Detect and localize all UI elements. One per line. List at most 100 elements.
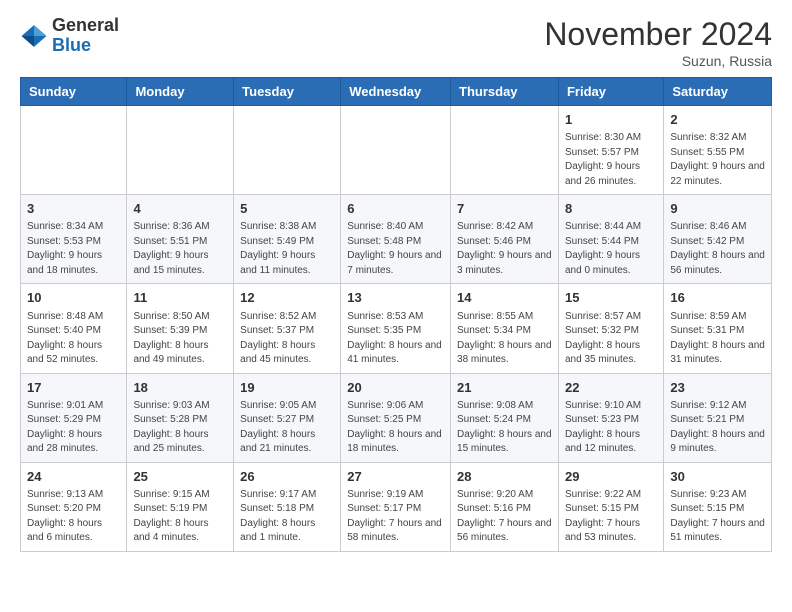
day-number: 29 [565, 468, 657, 486]
day-number: 8 [565, 200, 657, 218]
day-number: 18 [133, 379, 227, 397]
day-number: 9 [670, 200, 765, 218]
day-info: Sunrise: 9:05 AM Sunset: 5:27 PM Dayligh… [240, 399, 334, 457]
header: General Blue November 2024 Suzun, Russia [20, 16, 772, 69]
table-row: 4Sunrise: 8:36 AM Sunset: 5:51 PM Daylig… [127, 195, 234, 284]
day-info: Sunrise: 8:42 AM Sunset: 5:46 PM Dayligh… [457, 220, 552, 278]
table-row: 13 Sunrise: 8:53 AM Sunset: 5:35 PM Dayli… [341, 284, 451, 373]
col-monday: Monday [127, 78, 234, 106]
table-row: 8 Sunrise: 8:44 AM Sunset: 5:44 PM Daylig… [558, 195, 663, 284]
col-tuesday: Tuesday [234, 78, 341, 106]
day-info: Sunrise: 9:08 AM Sunset: 5:24 PM Dayligh… [457, 399, 552, 457]
calendar-week-row: 3 Sunrise: 8:34 AM Sunset: 5:53 PM Daylig… [21, 195, 772, 284]
day-number: 21 [457, 379, 552, 397]
page: General Blue November 2024 Suzun, Russia… [0, 0, 792, 568]
day-info: Sunrise: 8:55 AM Sunset: 5:34 PM Dayligh… [457, 310, 552, 368]
table-row: 27Sunrise: 9:19 AM Sunset: 5:17 PM Dayli… [341, 462, 451, 551]
day-info: Sunrise: 8:52 AM Sunset: 5:37 PM Dayligh… [240, 310, 334, 368]
day-number: 22 [565, 379, 657, 397]
day-info: Sunrise: 9:12 AM Sunset: 5:21 PM Dayligh… [670, 399, 765, 457]
table-row: 18 Sunrise: 9:03 AM Sunset: 5:28 PM Dayli… [127, 373, 234, 462]
table-row: 10 Sunrise: 8:48 AM Sunset: 5:40 PM Dayli… [21, 284, 127, 373]
day-number: 25 [133, 468, 227, 486]
day-info: Sunrise: 9:20 AM Sunset: 5:16 PM Dayligh… [457, 488, 552, 546]
table-row: 28 Sunrise: 9:20 AM Sunset: 5:16 PM Dayli… [451, 462, 559, 551]
day-number: 1 [565, 111, 657, 129]
day-number: 28 [457, 468, 552, 486]
table-row: 11Sunrise: 8:50 AM Sunset: 5:39 PM Dayli… [127, 284, 234, 373]
table-row: 21 Sunrise: 9:08 AM Sunset: 5:24 PM Dayli… [451, 373, 559, 462]
table-row: 16 Sunrise: 8:59 AM Sunset: 5:31 PM Dayli… [664, 284, 772, 373]
day-info: Sunrise: 9:10 AM Sunset: 5:23 PM Dayligh… [565, 399, 657, 457]
table-row [127, 106, 234, 195]
day-number: 26 [240, 468, 334, 486]
col-friday: Friday [558, 78, 663, 106]
day-info: Sunrise: 9:13 AM Sunset: 5:20 PM Dayligh… [27, 488, 120, 546]
day-info: Sunrise: 8:57 AM Sunset: 5:32 PM Dayligh… [565, 310, 657, 368]
day-info: Sunrise: 8:40 AM Sunset: 5:48 PM Dayligh… [347, 220, 444, 278]
day-number: 23 [670, 379, 765, 397]
day-number: 3 [27, 200, 120, 218]
table-row [451, 106, 559, 195]
table-row: 12 Sunrise: 8:52 AM Sunset: 5:37 PM Dayli… [234, 284, 341, 373]
day-info: Sunrise: 9:06 AM Sunset: 5:25 PM Dayligh… [347, 399, 444, 457]
day-info: Sunrise: 8:48 AM Sunset: 5:40 PM Dayligh… [27, 310, 120, 368]
table-row: 23 Sunrise: 9:12 AM Sunset: 5:21 PM Dayli… [664, 373, 772, 462]
col-saturday: Saturday [664, 78, 772, 106]
day-info: Sunrise: 9:03 AM Sunset: 5:28 PM Dayligh… [133, 399, 227, 457]
col-wednesday: Wednesday [341, 78, 451, 106]
logo-blue: Blue [52, 35, 91, 55]
day-number: 10 [27, 289, 120, 307]
day-number: 24 [27, 468, 120, 486]
calendar-week-row: 17Sunrise: 9:01 AM Sunset: 5:29 PM Dayli… [21, 373, 772, 462]
table-row: 20Sunrise: 9:06 AM Sunset: 5:25 PM Dayli… [341, 373, 451, 462]
logo: General Blue [20, 16, 119, 56]
table-row: 14 Sunrise: 8:55 AM Sunset: 5:34 PM Dayli… [451, 284, 559, 373]
day-number: 14 [457, 289, 552, 307]
day-number: 27 [347, 468, 444, 486]
table-row: 22 Sunrise: 9:10 AM Sunset: 5:23 PM Dayli… [558, 373, 663, 462]
day-number: 12 [240, 289, 334, 307]
table-row: 19 Sunrise: 9:05 AM Sunset: 5:27 PM Dayli… [234, 373, 341, 462]
table-row [234, 106, 341, 195]
day-info: Sunrise: 9:17 AM Sunset: 5:18 PM Dayligh… [240, 488, 334, 546]
location-subtitle: Suzun, Russia [544, 53, 772, 69]
day-info: Sunrise: 8:38 AM Sunset: 5:49 PM Dayligh… [240, 220, 334, 278]
day-number: 16 [670, 289, 765, 307]
day-number: 30 [670, 468, 765, 486]
table-row: 3 Sunrise: 8:34 AM Sunset: 5:53 PM Daylig… [21, 195, 127, 284]
day-info: Sunrise: 8:32 AM Sunset: 5:55 PM Dayligh… [670, 131, 765, 189]
table-row [21, 106, 127, 195]
table-row: 24 Sunrise: 9:13 AM Sunset: 5:20 PM Dayli… [21, 462, 127, 551]
logo-text: General Blue [52, 16, 119, 56]
table-row [341, 106, 451, 195]
day-info: Sunrise: 8:44 AM Sunset: 5:44 PM Dayligh… [565, 220, 657, 278]
day-info: Sunrise: 8:59 AM Sunset: 5:31 PM Dayligh… [670, 310, 765, 368]
calendar-week-row: 1 Sunrise: 8:30 AM Sunset: 5:57 PM Daylig… [21, 106, 772, 195]
day-info: Sunrise: 8:53 AM Sunset: 5:35 PM Dayligh… [347, 310, 444, 368]
col-sunday: Sunday [21, 78, 127, 106]
table-row: 26 Sunrise: 9:17 AM Sunset: 5:18 PM Dayli… [234, 462, 341, 551]
table-row: 15Sunrise: 8:57 AM Sunset: 5:32 PM Dayli… [558, 284, 663, 373]
logo-general: General [52, 15, 119, 35]
logo-icon [20, 22, 48, 50]
table-row: 7Sunrise: 8:42 AM Sunset: 5:46 PM Daylig… [451, 195, 559, 284]
calendar-header-row: Sunday Monday Tuesday Wednesday Thursday… [21, 78, 772, 106]
month-title: November 2024 [544, 16, 772, 53]
day-number: 13 [347, 289, 444, 307]
table-row: 30Sunrise: 9:23 AM Sunset: 5:15 PM Dayli… [664, 462, 772, 551]
day-number: 19 [240, 379, 334, 397]
col-thursday: Thursday [451, 78, 559, 106]
day-info: Sunrise: 9:01 AM Sunset: 5:29 PM Dayligh… [27, 399, 120, 457]
day-info: Sunrise: 8:30 AM Sunset: 5:57 PM Dayligh… [565, 131, 657, 189]
day-info: Sunrise: 9:15 AM Sunset: 5:19 PM Dayligh… [133, 488, 227, 546]
day-number: 2 [670, 111, 765, 129]
table-row: 25 Sunrise: 9:15 AM Sunset: 5:19 PM Dayli… [127, 462, 234, 551]
day-info: Sunrise: 8:36 AM Sunset: 5:51 PM Dayligh… [133, 220, 227, 278]
day-number: 5 [240, 200, 334, 218]
day-info: Sunrise: 8:34 AM Sunset: 5:53 PM Dayligh… [27, 220, 120, 278]
table-row: 29Sunrise: 9:22 AM Sunset: 5:15 PM Dayli… [558, 462, 663, 551]
day-number: 11 [133, 289, 227, 307]
table-row: 5 Sunrise: 8:38 AM Sunset: 5:49 PM Daylig… [234, 195, 341, 284]
calendar-table: Sunday Monday Tuesday Wednesday Thursday… [20, 77, 772, 552]
